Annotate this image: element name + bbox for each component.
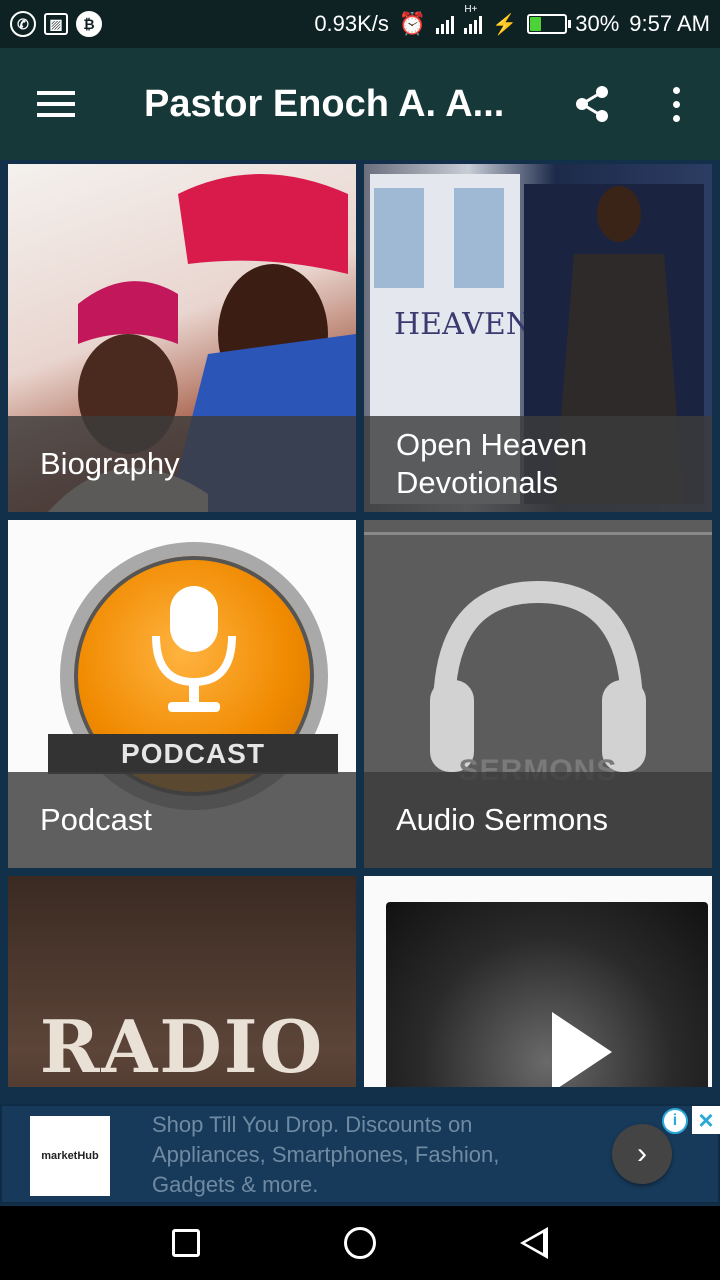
share-button[interactable] xyxy=(560,48,624,160)
tile-open-heaven-devotionals[interactable]: HEAVENS Open Heaven Devotionals xyxy=(364,164,712,512)
app-bar: Pastor Enoch A. A... xyxy=(0,48,720,160)
podcast-ribbon: PODCAST xyxy=(48,734,338,774)
tile-radio[interactable]: RADIO xyxy=(8,876,356,1087)
microphone-icon xyxy=(152,586,236,712)
clock: 9:57 AM xyxy=(629,11,710,36)
recent-apps-icon[interactable] xyxy=(172,1229,200,1257)
hamburger-menu-icon[interactable] xyxy=(0,48,112,160)
tile-video[interactable] xyxy=(364,876,712,1087)
signal-icon xyxy=(436,14,455,34)
battery-icon xyxy=(527,14,572,34)
page-title: Pastor Enoch A. A... xyxy=(144,82,505,125)
battery-percent: 30% xyxy=(575,11,620,36)
tile-podcast[interactable]: PODCAST Podcast xyxy=(8,520,356,868)
share-icon xyxy=(576,86,608,122)
status-bar: ✆ ▨ ₿ 0.93K/s ⏰ H+ ⚡ 30% 9:57 AM xyxy=(0,0,720,48)
ad-text: Shop Till You Drop. Discounts on Applian… xyxy=(152,1112,500,1197)
network-type: H+ xyxy=(464,4,478,15)
notification-icons: ✆ ▨ ₿ xyxy=(10,11,102,37)
network-speed: 0.93K/s xyxy=(314,11,389,36)
alarm-icon: ⏰ xyxy=(398,11,427,36)
image-icon: ▨ xyxy=(44,13,68,35)
ad-banner[interactable]: marketHub Shop Till You Drop. Discounts … xyxy=(0,1104,720,1204)
charging-icon: ⚡ xyxy=(492,13,518,36)
home-icon[interactable] xyxy=(344,1227,376,1259)
play-icon xyxy=(552,1012,612,1087)
back-icon[interactable] xyxy=(520,1227,548,1259)
tile-label: Biography xyxy=(8,416,356,512)
menu-grid: Biography HEAVENS Open Heaven Devotional… xyxy=(0,160,720,1087)
radio-image-text: RADIO xyxy=(39,1004,325,1087)
bitcoin-icon: ₿ xyxy=(76,11,102,37)
system-status: 0.93K/s ⏰ H+ ⚡ 30% 9:57 AM xyxy=(314,4,710,37)
advertiser-logo: marketHub xyxy=(30,1116,110,1196)
more-options-button[interactable] xyxy=(644,48,708,160)
tile-label: Audio Sermons xyxy=(364,772,712,868)
tile-biography[interactable]: Biography xyxy=(8,164,356,512)
signal-h-plus-icon: H+ xyxy=(464,4,483,34)
app-screen: ✆ ▨ ₿ 0.93K/s ⏰ H+ ⚡ 30% 9:57 AM Pastor … xyxy=(0,0,720,1280)
ad-go-button[interactable]: › xyxy=(612,1124,672,1184)
close-icon[interactable]: × xyxy=(692,1105,720,1135)
chevron-right-icon: › xyxy=(637,1137,647,1170)
tile-label: Podcast xyxy=(8,772,356,868)
video-thumbnail xyxy=(386,902,708,1087)
system-nav-bar xyxy=(0,1206,720,1280)
battery-fill xyxy=(530,17,542,31)
more-vert-icon xyxy=(672,86,680,122)
info-icon[interactable]: i xyxy=(662,1108,688,1134)
whatsapp-icon: ✆ xyxy=(10,11,36,37)
tile-label: Open Heaven Devotionals xyxy=(364,416,712,512)
tile-audio-sermons[interactable]: SERMONS Audio Sermons xyxy=(364,520,712,868)
